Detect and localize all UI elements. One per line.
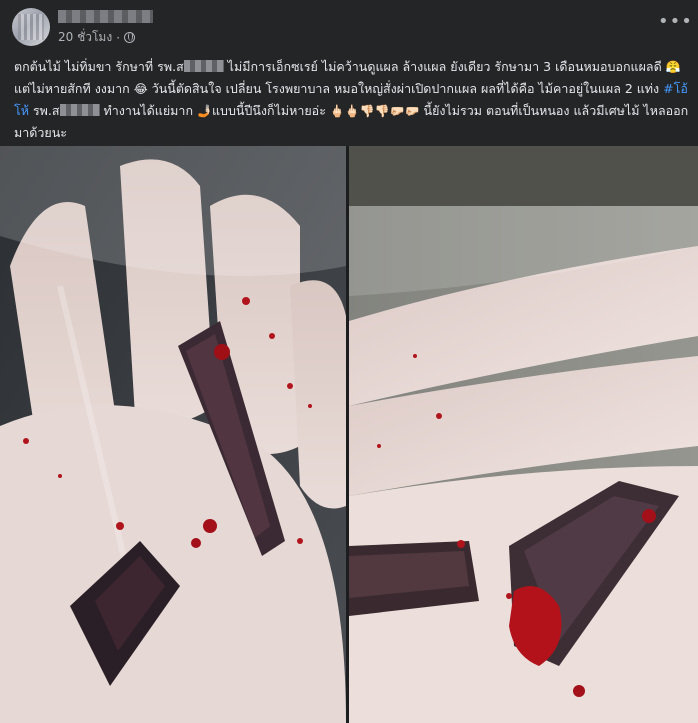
emoji: 😤 xyxy=(665,60,681,74)
author-name-redacted[interactable] xyxy=(58,10,153,23)
text-part: ตกต้นไม้ ไม่ทิ่มขา รักษาที่ รพ.ส xyxy=(14,59,184,74)
globe-icon xyxy=(124,32,136,43)
text-part: รพ.ส xyxy=(28,103,60,118)
photo-grid xyxy=(0,146,698,723)
emoji: 🖕🏻🖕🏻👎🏻👎🏻🤛🏻🤛🏻 xyxy=(329,104,420,118)
avatar[interactable] xyxy=(12,8,50,46)
text-part: แบบนี้ปีนึงก็ไม่หายอ่ะ xyxy=(211,103,330,118)
photo-illustration-right xyxy=(349,146,698,723)
post-timestamp[interactable]: 20 ชั่วโมง xyxy=(58,28,112,47)
more-options-button[interactable]: ••• xyxy=(658,12,692,32)
post-header: 20 ชั่วโมง · ••• xyxy=(0,0,698,52)
text-part: วันนี้ตัดสินใจ เปลี่ยน โรงพยาบาล หมอใหญ่… xyxy=(147,81,664,96)
text-part: แต่ไม่หายสักที งงมาก xyxy=(14,81,134,96)
meta-separator: · xyxy=(116,30,121,45)
emoji: 😂 xyxy=(133,82,148,96)
photo-illustration-left xyxy=(0,146,346,723)
facebook-post: 20 ชั่วโมง · ••• ตกต้นไม้ ไม่ทิ่มขา รักษ… xyxy=(0,0,698,723)
redacted-text xyxy=(183,60,224,72)
redacted-text xyxy=(59,104,100,116)
text-part: ไม่มีการเอ็กซเรย์ ไม่คว้านดูแผล ล้างแผล … xyxy=(223,59,666,74)
post-photo-left[interactable] xyxy=(0,146,346,723)
post-photo-right[interactable] xyxy=(349,146,698,723)
text-part: ทำงานได้แย่มาก xyxy=(99,103,197,118)
emoji: 🤳🏻 xyxy=(197,104,212,118)
post-meta: 20 ชั่วโมง · xyxy=(58,28,136,47)
post-text: ตกต้นไม้ ไม่ทิ่มขา รักษาที่ รพ.ส ไม่มีกา… xyxy=(14,56,690,143)
